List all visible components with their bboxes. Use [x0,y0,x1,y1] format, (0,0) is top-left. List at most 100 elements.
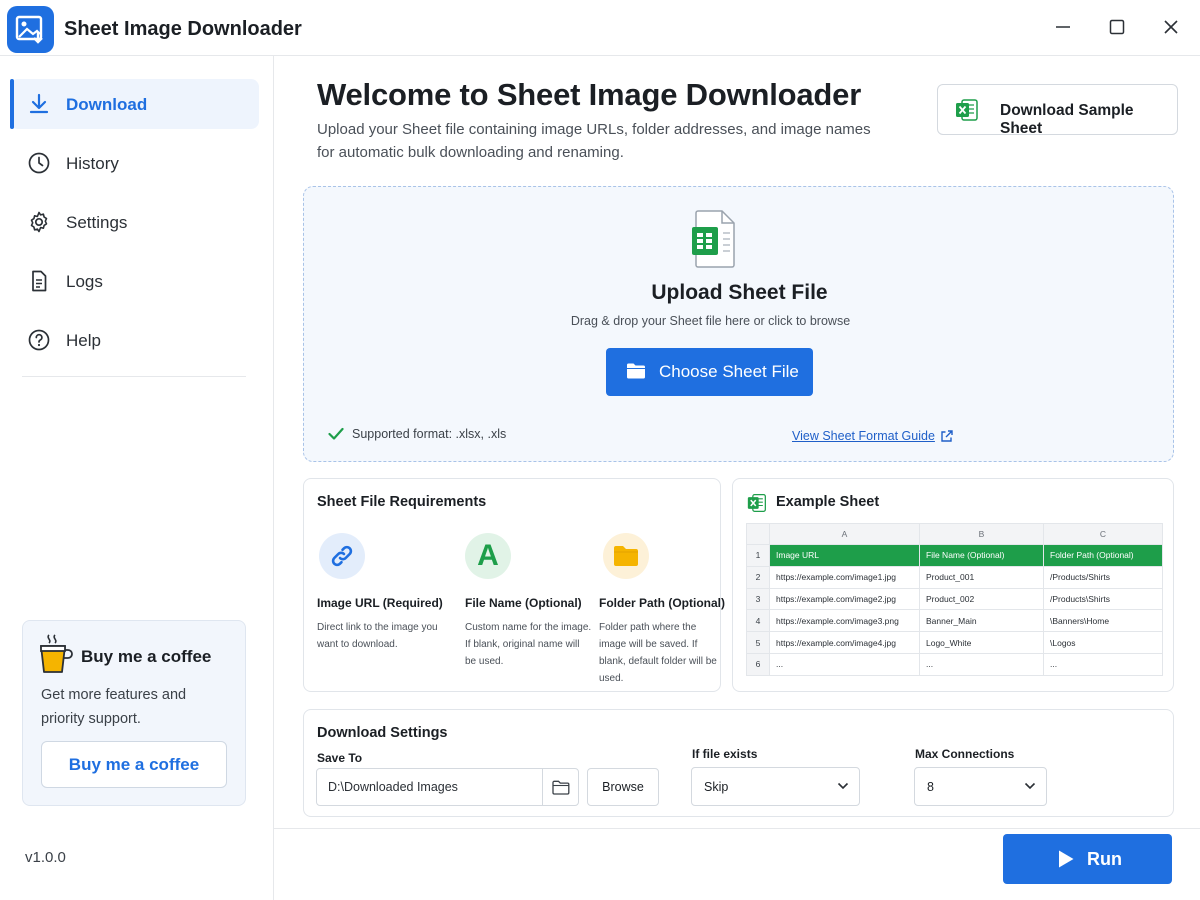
table-row: 4 https://example.com/image3.png Banner_… [746,609,1163,633]
document-icon [32,270,47,292]
browse-button[interactable]: Browse [587,768,659,806]
requirement-desc: Folder path where the image will be save… [599,622,717,684]
download-icon [29,93,49,114]
chevron-down-icon [837,782,849,790]
app-logo-icon [7,6,54,53]
save-to-folder-button[interactable] [542,768,579,806]
run-label: Run [1087,849,1122,869]
sidebar-item-label: Help [66,331,101,350]
letter-a-icon: A [465,533,511,579]
save-to-input[interactable]: D:\Downloaded Images [316,768,579,806]
maximize-button[interactable] [1100,12,1134,42]
download-sample-sheet-label: Download Sample Sheet [1000,102,1134,137]
sidebar-item-label: Download [66,95,148,114]
sidebar-item-label: Settings [66,213,128,232]
requirement-name: File Name (Optional) [465,596,582,610]
sidebar-item-history[interactable]: History [10,138,259,188]
sidebar-item-download[interactable]: Download [10,79,259,129]
minimize-icon [1056,26,1070,28]
requirement-file-name: A File Name (Optional) Custom name for t… [465,533,605,667]
requirement-name: Image URL (Required) [317,596,443,610]
sidebar-divider [22,376,246,377]
supported-format-text: Supported format: .xlsx, .xls [352,427,507,441]
table-cell: https://example.com/image2.jpg [769,587,920,611]
column-header: A [769,523,920,545]
table-row: 5 https://example.com/image4.jpg Logo_Wh… [746,631,1163,654]
coffee-description: Get more features and priority support. [41,687,187,727]
minimize-button[interactable] [1046,12,1080,42]
play-icon [1059,850,1074,868]
table-cell: Product_002 [919,587,1044,611]
requirement-desc: Direct link to the image you want to dow… [317,622,438,650]
table-cell: https://example.com/image4.jpg [769,631,920,654]
if-file-exists-label: If file exists [692,747,758,761]
choose-sheet-file-button[interactable]: Choose Sheet File [606,348,813,396]
table-cell: https://example.com/image1.jpg [769,565,920,589]
download-settings-card: Download Settings Save To D:\Downloaded … [303,709,1174,817]
requirement-image-url: Image URL (Required) Direct link to the … [317,533,459,650]
folder-icon [614,546,638,566]
row-number: 5 [746,631,770,654]
requirement-desc: Custom name for the image. If blank, ori… [465,622,592,667]
example-sheet-title: Example Sheet [776,494,880,510]
supported-format: Supported format: .xlsx, .xls [328,427,506,441]
maximize-icon [1109,19,1125,35]
table-row: 2 https://example.com/image1.jpg Product… [746,565,1163,589]
table-cell: \Logos [1043,631,1163,654]
coffee-cup-icon [40,634,73,673]
folder-icon-circle [603,533,649,579]
if-file-exists-select[interactable]: Skip [691,767,860,806]
table-cell: File Name (Optional) [919,544,1044,567]
choose-sheet-file-label: Choose Sheet File [659,362,799,381]
column-header: C [1043,523,1163,545]
close-icon [1164,20,1178,34]
coffee-card: Buy me a coffee Get more features and pr… [22,620,246,806]
requirements-title: Sheet File Requirements [317,494,487,510]
max-connections-label: Max Connections [915,747,1015,761]
max-connections-value: 8 [927,780,934,794]
sidebar-item-settings[interactable]: Settings [10,197,259,247]
sheet-file-icon [692,210,735,268]
table-cell: https://example.com/image3.png [769,609,920,633]
folder-icon [552,780,570,795]
upload-subtitle: Drag & drop your Sheet file here or clic… [570,314,851,328]
requirements-card: Sheet File Requirements Image URL (Requi… [303,478,725,692]
sidebar-item-help[interactable]: Help [10,315,259,365]
sidebar-item-label: Logs [66,272,103,291]
file-name-icon-letter: A [477,539,499,572]
if-file-exists-value: Skip [704,780,729,794]
table-cell: \Banners\Home [1043,609,1163,633]
table-cell: Image URL [769,544,920,567]
download-sample-sheet-button[interactable]: Download Sample Sheet [937,84,1178,137]
upload-dropzone[interactable]: Upload Sheet File Drag & drop your Sheet… [303,186,1174,462]
upload-title: Upload Sheet File [651,281,828,304]
app-title: Sheet Image Downloader [64,18,302,40]
page-subtitle: Upload your Sheet file containing image … [317,121,871,161]
page-title: Welcome to Sheet Image Downloader [317,77,862,112]
requirement-name: Folder Path (Optional) [599,596,725,610]
sheet-format-guide-link[interactable]: View Sheet Format Guide [792,429,953,443]
max-connections-select[interactable]: 8 [914,767,1047,806]
table-cell: ... [1043,652,1163,676]
buy-coffee-button[interactable]: Buy me a coffee [41,741,227,788]
table-cell: Folder Path (Optional) [1043,544,1163,567]
sidebar: Download History Settings Logs Help Buy … [0,56,274,900]
table-cell: /Products/Shirts [1043,565,1163,589]
table-row: 3 https://example.com/image2.jpg Product… [746,587,1163,611]
sidebar-item-logs[interactable]: Logs [10,256,259,306]
version-label: v1.0.0 [25,849,66,866]
run-button[interactable]: Run [1003,834,1172,884]
corner-cell [746,523,770,545]
table-cell: ... [919,652,1044,676]
table-row: 6 ... ... ... [746,652,1163,676]
table-cell: Product_001 [919,565,1044,589]
table-cell: Logo_White [919,631,1044,654]
row-number: 4 [746,609,770,633]
link-icon [331,545,353,567]
link-icon-circle [319,533,365,579]
row-number: 2 [746,565,770,589]
guide-link-text: View Sheet Format Guide [792,429,935,443]
coffee-title: Buy me a coffee [81,647,212,666]
requirement-folder-path: Folder Path (Optional) Folder path where… [599,533,743,684]
close-button[interactable] [1154,12,1188,42]
